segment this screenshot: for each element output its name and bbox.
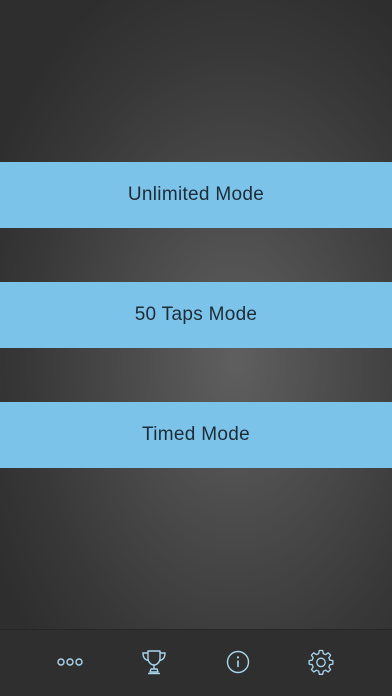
info-icon [226,650,250,674]
timed-mode-button[interactable]: Timed Mode [0,402,392,468]
tab-settings[interactable] [299,640,343,684]
unlimited-mode-button[interactable]: Unlimited Mode [0,162,392,228]
fifty-taps-mode-label: 50 Taps Mode [134,304,258,325]
timed-mode-label: Timed Mode [142,424,250,445]
tab-info[interactable] [216,640,260,684]
fifty-taps-mode-button[interactable]: 50 Taps Mode [0,282,392,348]
bottom-tab-bar [0,629,392,696]
trophy-icon [142,650,166,675]
gear-icon [308,649,334,675]
tab-leaderboard[interactable] [132,640,176,684]
more-icon [57,658,83,666]
mode-select-screen: Unlimited Mode 50 Taps Mode Timed Mode [0,0,392,629]
tab-more[interactable] [48,640,92,684]
unlimited-mode-label: Unlimited Mode [127,184,265,205]
